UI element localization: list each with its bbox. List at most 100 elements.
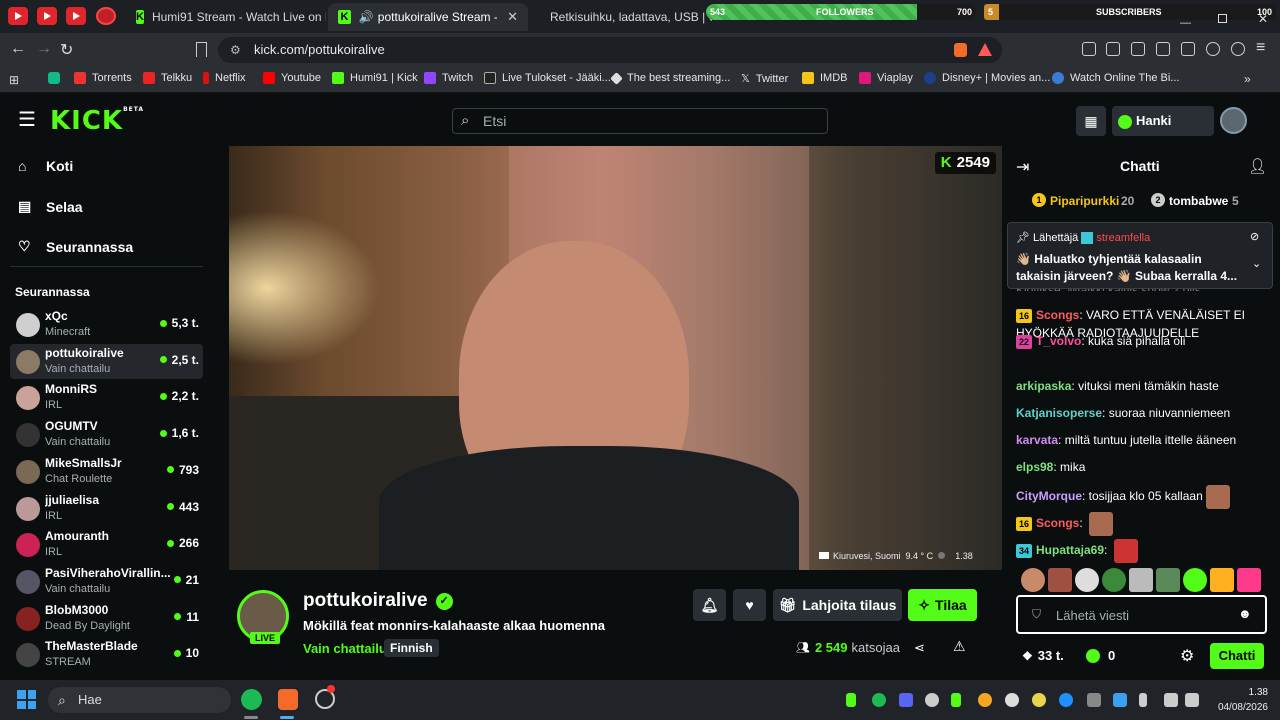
taskbar-search[interactable]: ⌕ Hae — [48, 687, 231, 713]
clips-icon[interactable]: ▦ — [1076, 106, 1106, 136]
bluetooth-icon[interactable] — [1059, 693, 1073, 707]
emote-icon[interactable] — [1210, 568, 1234, 592]
leo-icon[interactable] — [1206, 42, 1220, 56]
discord-icon[interactable] — [899, 693, 913, 707]
tag-finnish[interactable]: Finnish — [384, 639, 439, 657]
close-window-icon[interactable]: ✕ — [1258, 12, 1268, 26]
emote-icon[interactable] — [1048, 568, 1072, 592]
chat-username[interactable]: Katjanisoperse — [1016, 406, 1102, 420]
emote-icon[interactable] — [1129, 568, 1153, 592]
bookmark-torrents[interactable]: Torrents — [74, 72, 132, 84]
chat-username[interactable]: Hupattaja69 — [1036, 543, 1104, 557]
clock[interactable]: 1.38 04/08/2026 — [1200, 685, 1268, 715]
wallet-icon[interactable] — [1181, 42, 1195, 56]
emote-icon[interactable] — [1156, 568, 1180, 592]
sidebar-icon[interactable] — [1156, 42, 1170, 56]
tray-icon[interactable] — [1113, 693, 1127, 707]
apps-grid-icon[interactable]: ⊞ — [9, 73, 19, 87]
tray-icon[interactable] — [846, 693, 856, 707]
chat-username[interactable]: arkipaska — [1016, 379, 1071, 393]
brave-shield-icon[interactable] — [954, 43, 967, 57]
hanki-kicks-button[interactable]: Hanki KICKs — [1112, 106, 1214, 158]
music-icon[interactable] — [1131, 42, 1145, 56]
share-icon[interactable]: ⋖ — [914, 640, 925, 656]
bookmark-youtube[interactable]: Youtube — [263, 72, 321, 84]
bookmark-viaplay[interactable]: Viaplay — [859, 72, 913, 84]
gift-sub-button[interactable]: 🎁︎ Lahjoita tilaus — [773, 589, 902, 621]
tray-icon[interactable] — [1032, 693, 1046, 707]
channel-name[interactable]: pottukoiralive ✓ — [303, 590, 453, 612]
tray-icon[interactable] — [1087, 693, 1101, 707]
nav-home[interactable]: ⌂ Koti — [18, 158, 73, 174]
chat-username[interactable]: Scongs — [1036, 308, 1079, 322]
followed-channel[interactable]: Amouranth IRL 266 — [10, 527, 203, 562]
spotify-tray-icon[interactable] — [872, 693, 886, 707]
followed-channel[interactable]: PasiViherahoVirallin... Vain chattailu 21 — [10, 564, 203, 599]
tray-icon[interactable] — [1005, 693, 1019, 707]
maximize-icon[interactable] — [1218, 14, 1227, 23]
network-icon[interactable] — [1164, 693, 1178, 707]
bookmark-disney[interactable]: Disney+ | Movies an... — [924, 72, 1050, 84]
bookmark-humi91[interactable]: Humi91 | Kick — [332, 72, 418, 84]
minimize-icon[interactable]: — — [1180, 17, 1191, 29]
chat-users-icon[interactable]: 👤︎ — [1248, 157, 1267, 175]
nav-following[interactable]: ♡ Seurannassa — [18, 238, 133, 255]
play-icon[interactable] — [951, 693, 961, 707]
kicks-balance[interactable]: 0 — [1086, 648, 1115, 663]
search-input[interactable]: ⌕ Etsi — [452, 108, 828, 134]
brave-icon[interactable] — [278, 689, 298, 710]
close-tab-icon[interactable]: ✕ — [507, 9, 518, 25]
bookmark-icon[interactable] — [196, 42, 207, 57]
notification-bell-button[interactable]: 🔔︎ — [693, 589, 726, 621]
chat-username[interactable]: T_volvo — [1036, 334, 1081, 348]
followed-channel[interactable]: MikeSmallsJr Chat Roulette 793 — [10, 454, 203, 489]
bookmark-streaming[interactable]: The best streaming... — [610, 71, 730, 85]
back-icon[interactable]: ← — [10, 40, 26, 58]
followed-channel[interactable]: jjuliaelisa IRL 443 — [10, 491, 203, 526]
cloud-icon[interactable] — [925, 693, 939, 707]
expand-pinned-icon[interactable]: ⌄ — [1252, 257, 1261, 270]
url-field[interactable]: ⚙ kick.com/pottukoiralive — [218, 37, 1002, 63]
hide-pinned-icon[interactable]: ⊘ — [1250, 230, 1259, 243]
chat-username[interactable]: elps98 — [1016, 460, 1053, 474]
youtube-pinned-tab[interactable] — [8, 7, 28, 25]
collapse-chat-icon[interactable]: ⇥ — [1016, 157, 1029, 177]
followed-channel[interactable]: pottukoiralive Vain chattailu 2,5 t. — [10, 343, 203, 379]
user-avatar[interactable] — [1220, 107, 1247, 134]
chat-input[interactable]: ⛉ Lähetä viesti ☻ — [1016, 595, 1267, 634]
pinned-message[interactable]: 📌︎ Lähettäjä streamfella ⊘ 👋🏼 Haluatko t… — [1007, 222, 1273, 289]
spotify-icon[interactable] — [241, 689, 262, 710]
chat-username[interactable]: karvata — [1016, 433, 1058, 447]
vpn-icon[interactable] — [1231, 42, 1245, 56]
bookmark-twitter[interactable]: 𝕏 Twitter — [741, 72, 788, 86]
kick-logo[interactable]: KICKBETA — [50, 106, 144, 136]
youtube-pinned-tab[interactable] — [66, 7, 86, 25]
youtube-pinned-tab[interactable] — [37, 7, 57, 25]
site-info-icon[interactable]: ⚙ — [230, 37, 241, 63]
chat-username[interactable]: Scongs — [1036, 516, 1079, 530]
hamburger-menu-icon[interactable]: ☰ — [18, 107, 36, 132]
send-chat-button[interactable]: Chatti — [1210, 643, 1264, 669]
reload-icon[interactable]: ↻ — [60, 40, 73, 60]
bookmark-telkku[interactable]: Telkku — [143, 72, 192, 84]
subscribe-button[interactable]: ✧ Tilaa — [908, 589, 977, 621]
bookmark-imdb[interactable]: IMDB — [802, 72, 848, 84]
report-icon[interactable]: ⚠ — [953, 638, 966, 655]
bookmark-watch-online[interactable]: Watch Online The Bi... — [1052, 72, 1179, 84]
followed-channel[interactable]: OGUMTV Vain chattailu 1,6 t. — [10, 417, 203, 452]
video-player[interactable]: K 2549 Kiuruvesi, Suomi 9.4 ° C 1.38 — [229, 146, 1002, 570]
emote-icon[interactable] — [1102, 568, 1126, 592]
follow-heart-button[interactable]: ♥ — [733, 589, 766, 621]
windows-start-icon[interactable] — [17, 690, 36, 709]
followed-channel[interactable]: xQc Minecraft 5,3 t. — [10, 307, 203, 342]
pinned-tab-icon[interactable] — [96, 7, 116, 25]
chat-settings-icon[interactable]: ⚙ — [1180, 646, 1194, 666]
bookmark-twitch[interactable]: Twitch — [424, 72, 473, 84]
brave-rewards-icon[interactable] — [978, 43, 992, 56]
tab-pottukoiralive[interactable]: K🔊pottukoiralive Stream - Watch✕ — [328, 3, 528, 31]
emote-icon[interactable] — [1075, 568, 1099, 592]
tab-humi91[interactable]: KHumi91 Stream - Watch Live on Kick — [126, 3, 326, 31]
volume-icon[interactable] — [1185, 693, 1199, 707]
more-bookmarks-icon[interactable]: » — [1244, 72, 1251, 86]
bookmark-netflix[interactable]: Netflix — [203, 72, 246, 84]
